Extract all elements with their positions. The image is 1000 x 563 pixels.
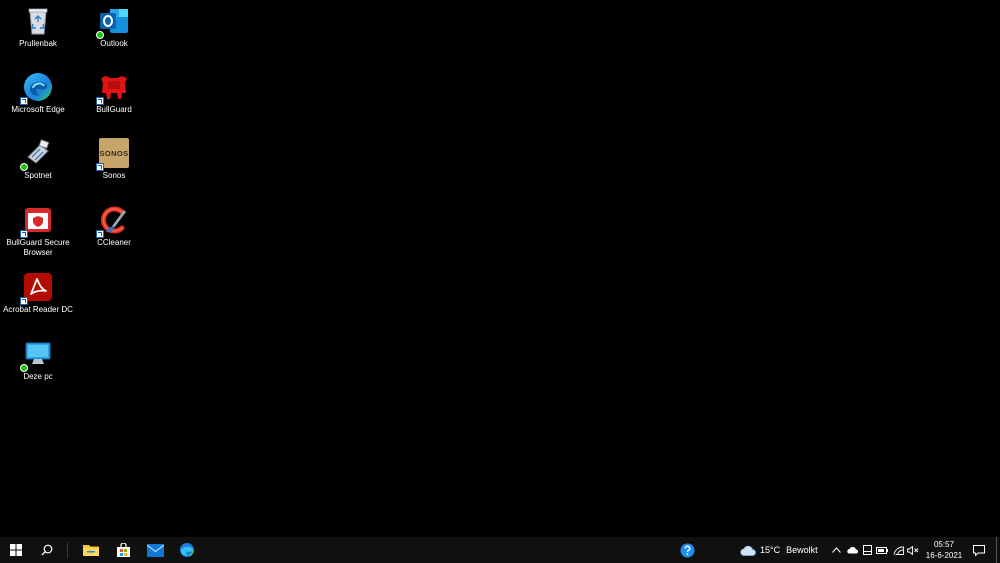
desktop: Prullenbak Microsoft Edge Spotnet BullGu… [0, 0, 1000, 537]
weather-widget[interactable]: 15°C Bewolkt [740, 537, 818, 563]
outlook-icon [96, 5, 130, 39]
file-explorer-icon [83, 545, 99, 556]
desktop-icon-prullenbak[interactable]: Prullenbak [0, 5, 76, 49]
sync-check-icon [20, 364, 28, 372]
clock-date: 16-6-2021 [925, 551, 963, 560]
desktop-icon-label: Sonos [102, 171, 126, 180]
sonos-icon: SONOS [96, 137, 130, 171]
shortcut-arrow-icon [96, 163, 104, 171]
windows-start-icon [10, 544, 22, 556]
taskbar-file-explorer[interactable] [76, 537, 106, 563]
sync-check-icon [96, 31, 104, 39]
desktop-icon-label: BullGuard [96, 105, 132, 114]
cloud-icon [740, 545, 756, 556]
desktop-icon-label: BullGuard Secure Browser [6, 238, 70, 257]
sync-check-icon [20, 163, 28, 171]
touchpad-icon [862, 545, 872, 555]
mail-icon [146, 543, 164, 557]
desktop-icon-deze-pc[interactable]: Deze pc [0, 338, 76, 382]
tray-onedrive[interactable] [845, 537, 859, 563]
acrobat-icon [20, 271, 54, 305]
chevron-up-icon [831, 547, 841, 553]
microsoft-store-icon [116, 542, 130, 557]
desktop-icon-sonos[interactable]: SONOS Sonos [76, 137, 152, 181]
start-button[interactable] [0, 537, 32, 563]
desktop-icon-acrobat-reader-dc[interactable]: Acrobat Reader DC [0, 271, 76, 315]
desktop-icon-label: Prullenbak [19, 39, 57, 48]
taskbar-edge[interactable] [172, 537, 202, 563]
shortcut-arrow-icon [96, 97, 104, 105]
tray-touchpad[interactable] [861, 537, 873, 563]
desktop-icon-outlook[interactable]: Outlook [76, 5, 152, 49]
tray-wifi[interactable] [891, 537, 905, 563]
edge-icon [20, 71, 54, 105]
weather-condition: Bewolkt [786, 545, 818, 555]
notification-icon [973, 544, 985, 556]
svg-text:SONOS: SONOS [99, 149, 128, 158]
desktop-icon-bullguard[interactable]: BullGuard [76, 71, 152, 115]
help-button[interactable] [676, 537, 698, 563]
desktop-icon-ccleaner[interactable]: CCleaner [76, 204, 152, 248]
shortcut-arrow-icon [20, 230, 28, 238]
taskbar-clock[interactable]: 05:57 16-6-2021 [922, 539, 966, 561]
battery-icon [876, 546, 888, 554]
desktop-icon-label: Deze pc [23, 372, 53, 381]
taskbar: 15°C Bewolkt 05:57 16-6-2021 [0, 537, 1000, 563]
recycle-bin-icon [22, 5, 54, 37]
desktop-icon-label: Spotnet [24, 171, 52, 180]
tray-volume[interactable] [906, 537, 920, 563]
volume-muted-icon [907, 545, 919, 555]
shortcut-arrow-icon [96, 230, 104, 238]
weather-temperature: 15°C [760, 545, 781, 555]
onedrive-icon [847, 547, 858, 554]
clock-time: 05:57 [933, 540, 955, 549]
shortcut-arrow-icon [20, 297, 28, 305]
notification-center-button[interactable] [970, 537, 988, 563]
taskbar-microsoft-store[interactable] [108, 537, 138, 563]
spotnet-icon [20, 137, 54, 171]
desktop-icon-label: Acrobat Reader DC [3, 305, 73, 314]
desktop-icon-spotnet[interactable]: Spotnet [0, 137, 76, 181]
bullguard-icon [96, 71, 130, 105]
desktop-icon-label: Microsoft Edge [11, 105, 65, 114]
desktop-icon-bullguard-secure-browser[interactable]: BullGuard Secure Browser [0, 204, 76, 258]
desktop-icon-label: CCleaner [97, 238, 131, 247]
tray-overflow-button[interactable] [830, 537, 842, 563]
wifi-icon [893, 546, 904, 555]
desktop-icon-microsoft-edge[interactable]: Microsoft Edge [0, 71, 76, 115]
search-button[interactable] [32, 537, 62, 563]
bullguard-browser-icon [20, 204, 54, 238]
desktop-icon-label: Outlook [100, 39, 128, 48]
show-desktop-button[interactable] [996, 537, 1000, 563]
edge-icon [180, 543, 194, 557]
help-icon [680, 543, 694, 557]
taskbar-separator [67, 542, 68, 558]
search-icon [41, 544, 53, 556]
tray-battery[interactable] [875, 537, 889, 563]
this-pc-icon [20, 338, 54, 372]
taskbar-mail[interactable] [140, 537, 170, 563]
shortcut-arrow-icon [20, 97, 28, 105]
ccleaner-icon [96, 204, 130, 238]
